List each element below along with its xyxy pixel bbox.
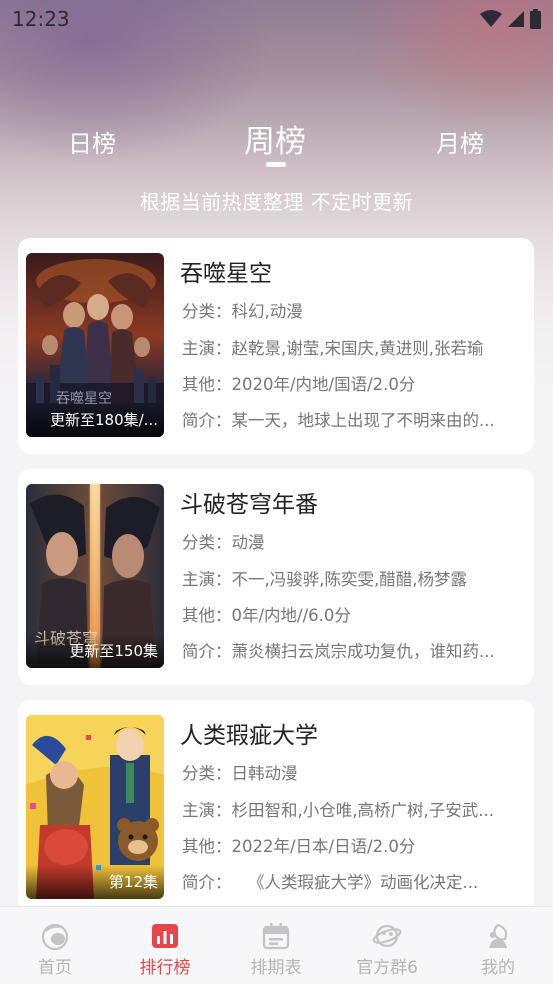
cast: 主演：杉田智和,小仓唯,高桥广树,子安武... bbox=[182, 801, 494, 820]
wifi-icon bbox=[480, 10, 502, 27]
nav-official-group[interactable]: 官方群6 bbox=[332, 907, 442, 984]
ranking-card[interactable]: 吞噬星空 更新至180集/... 吞噬星空 分类：科幻,动漫 主演：赵乾景,谢莹… bbox=[18, 238, 534, 454]
bottom-nav: 首页 排行榜 排期表 官方群6 我的 bbox=[0, 906, 553, 984]
synopsis: 简介： 《人类瑕疵大学》动画化决定... bbox=[182, 873, 479, 892]
nav-home-label: 首页 bbox=[38, 958, 72, 978]
synopsis: 简介：萧炎横扫云岚宗成功复仇，谁知药... bbox=[182, 642, 495, 661]
genre: 分类：日韩动漫 bbox=[182, 764, 298, 783]
poster-image[interactable]: 斗破苍穹 更新至150集 bbox=[26, 484, 164, 668]
poster-image[interactable]: 第12集 bbox=[26, 715, 164, 899]
nav-ranking-label: 排行榜 bbox=[139, 958, 191, 978]
title[interactable]: 斗破苍穹年番 bbox=[180, 485, 318, 519]
title[interactable]: 人类瑕疵大学 bbox=[180, 716, 318, 750]
ranking-subtitle: 根据当前热度整理 不定时更新 bbox=[139, 190, 414, 214]
ranking-tabs: 日榜 周榜 月榜 bbox=[0, 110, 553, 170]
episode-badge: 第12集 bbox=[26, 865, 164, 899]
nav-official-group-label: 官方群6 bbox=[356, 958, 418, 978]
episode-badge: 更新至150集 bbox=[26, 634, 164, 668]
nav-ranking[interactable]: 排行榜 bbox=[110, 907, 220, 984]
ranking-card[interactable]: 斗破苍穹 更新至150集 斗破苍穹年番 分类：动漫 主演：不一,冯骏骅,陈奕雯,… bbox=[18, 469, 534, 685]
synopsis: 简介：某一天，地球上出现了不明来由的... bbox=[182, 411, 495, 430]
status-bar: 12:23 bbox=[0, 0, 553, 38]
other-info: 其他：2020年/内地/国语/2.0分 bbox=[182, 375, 416, 394]
cast: 主演：不一,冯骏骅,陈奕雯,醋醋,杨梦露 bbox=[182, 570, 467, 589]
other-info: 其他：0年/内地//6.0分 bbox=[182, 606, 351, 625]
active-tab-indicator bbox=[266, 162, 286, 167]
nav-schedule-label: 排期表 bbox=[250, 958, 302, 978]
episode-badge: 更新至180集/... bbox=[26, 403, 164, 437]
ranking-card[interactable]: 第12集 人类瑕疵大学 分类：日韩动漫 主演：杉田智和,小仓唯,高桥广树,子安武… bbox=[18, 700, 534, 916]
user-leaf-icon bbox=[489, 923, 508, 948]
signal-icon bbox=[508, 11, 524, 27]
nav-home[interactable]: 首页 bbox=[0, 907, 110, 984]
ranking-chart-icon bbox=[152, 924, 178, 948]
home-icon bbox=[41, 923, 69, 951]
cast: 主演：赵乾景,谢莹,宋国庆,黄进则,张若瑜 bbox=[182, 339, 484, 358]
tab-monthly[interactable]: 月榜 bbox=[436, 124, 484, 159]
tab-daily[interactable]: 日榜 bbox=[68, 124, 116, 159]
nav-mine[interactable]: 我的 bbox=[443, 907, 553, 984]
status-icons bbox=[480, 9, 541, 29]
poster-image[interactable]: 吞噬星空 更新至180集/... bbox=[26, 253, 164, 437]
tab-weekly[interactable]: 周榜 bbox=[244, 116, 306, 161]
calendar-icon bbox=[262, 923, 290, 950]
status-time: 12:23 bbox=[12, 7, 70, 31]
title[interactable]: 吞噬星空 bbox=[180, 254, 272, 288]
battery-icon bbox=[530, 9, 541, 29]
nav-schedule[interactable]: 排期表 bbox=[221, 907, 331, 984]
planet-icon bbox=[372, 924, 402, 948]
genre: 分类：科幻,动漫 bbox=[182, 302, 303, 321]
nav-mine-label: 我的 bbox=[481, 958, 515, 978]
genre: 分类：动漫 bbox=[182, 533, 265, 552]
other-info: 其他：2022年/日本/日语/2.0分 bbox=[182, 837, 416, 856]
